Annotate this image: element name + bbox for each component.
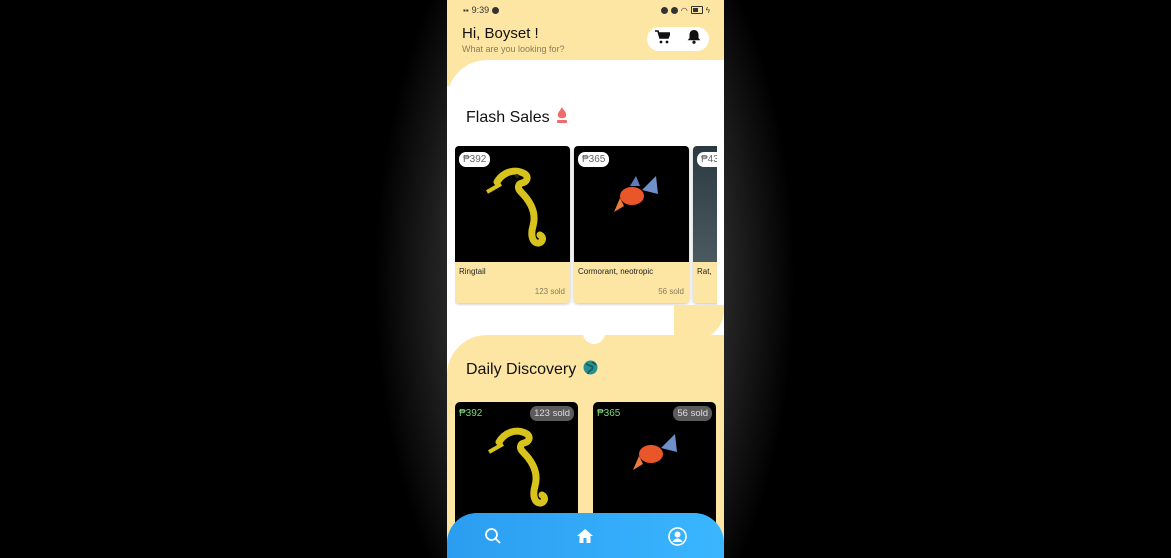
cart-icon[interactable] <box>655 29 672 49</box>
signal-icon: ▪▪ <box>463 5 469 15</box>
vibrate-icon <box>670 6 678 14</box>
greeting-block: Hi, Boyset ! What are you looking for? <box>462 25 565 54</box>
charging-icon: ϟ <box>705 5 710 15</box>
greeting-title: Hi, Boyset ! <box>462 25 539 42</box>
flash-sales-heading: Flash Sales <box>466 107 568 129</box>
flash-sale-card[interactable]: ₱392 Ringtail 123 sold <box>455 146 570 303</box>
status-time: 9:39 <box>471 5 490 15</box>
product-sold-count: 56 sold <box>673 406 712 421</box>
greeting-subtitle: What are you looking for? <box>462 44 565 54</box>
product-sold-count: 123 sold <box>534 287 565 296</box>
alarm-icon <box>660 6 668 14</box>
flash-sales-carousel[interactable]: ₱392 Ringtail 123 sold ₱365 Cormorant, n… <box>455 146 717 306</box>
status-bar: ▪▪ 9:39 ◠ ϟ <box>463 4 710 16</box>
product-name: Ringtail <box>459 267 486 276</box>
daily-discovery-heading: Daily Discovery <box>466 360 598 380</box>
wifi-icon: ◠ <box>680 5 688 15</box>
app-notification-icon <box>492 6 500 14</box>
product-price: ₱392 <box>459 152 491 167</box>
product-price: ₱365 <box>578 152 610 167</box>
product-price: ₱392 <box>459 408 483 419</box>
product-sold-count: 56 sold <box>658 287 684 296</box>
flash-sale-card[interactable]: ₱365 Cormorant, neotropic 56 sold <box>574 146 689 303</box>
product-name: Cormorant, neotropic <box>578 267 654 276</box>
phone-screen: ▪▪ 9:39 ◠ ϟ Hi, Boyset ! What are you lo… <box>447 0 724 558</box>
daily-discovery-title: Daily Discovery <box>466 361 577 378</box>
bell-icon[interactable] <box>687 29 701 49</box>
search-icon[interactable] <box>484 527 502 550</box>
header-actions <box>647 27 709 51</box>
bottom-navigation <box>447 513 724 558</box>
product-name: Rat, <box>697 267 712 276</box>
product-sold-count: 123 sold <box>530 406 574 421</box>
home-icon[interactable] <box>576 527 594 550</box>
flame-icon <box>556 107 568 129</box>
globe-icon <box>583 360 598 380</box>
flash-sales-title: Flash Sales <box>466 109 550 126</box>
product-price: ₱43 <box>697 152 717 167</box>
flash-sale-card[interactable]: ₱43 Rat, <box>693 146 717 303</box>
battery-icon <box>690 6 703 14</box>
product-price: ₱365 <box>597 408 621 419</box>
profile-icon[interactable] <box>668 527 687 551</box>
